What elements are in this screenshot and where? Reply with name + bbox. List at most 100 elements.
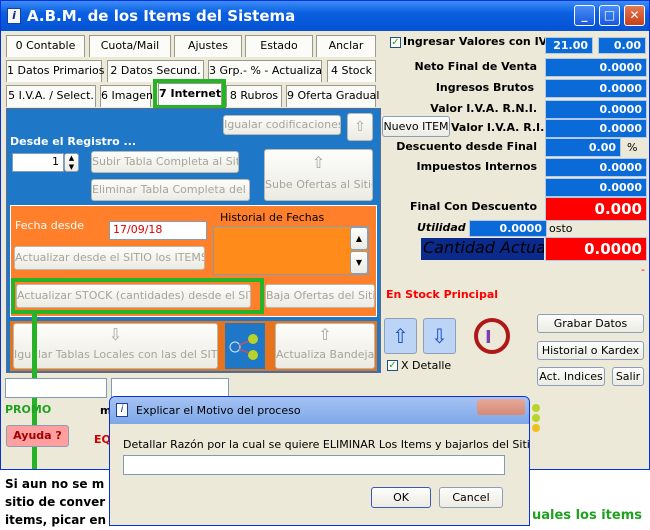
sube-ofertas-label: Sube Ofertas al Sitio [265, 178, 373, 191]
historial-fechas-list[interactable]: ▲ ▼ [213, 226, 369, 275]
ingresar-iva-label: Ingresar Valores con IVA [403, 35, 555, 48]
descuento-field[interactable]: 0.00 [545, 138, 621, 157]
utilidad-label: Utilidad [417, 221, 466, 234]
stock-principal-label: En Stock Principal [386, 288, 499, 301]
dialog-message: Detallar Razón por la cual se quiere ELI… [123, 438, 530, 451]
fecha-desde-input[interactable]: 17/09/18 [109, 221, 207, 240]
act-indices-button[interactable]: Act. Indices [537, 367, 605, 386]
sube-ofertas-button[interactable]: ⇧ Sube Ofertas al Sitio [264, 149, 373, 201]
ingresos-brutos-field[interactable]: 0.0000 [545, 79, 647, 98]
registro-spinner[interactable]: ▲ ▼ [64, 153, 79, 172]
desde-registro-label: Desde el Registro ... [10, 135, 137, 148]
tab-contable[interactable]: 0 Contable [6, 35, 85, 57]
iva-rni-label: Valor I.V.A. R.N.I. [430, 102, 537, 115]
ingresar-iva-checkbox[interactable]: ✓ [390, 37, 401, 48]
fecha-desde-label: Fecha desde [15, 219, 84, 232]
iva-rni-field[interactable]: 0.0000 [545, 100, 647, 119]
igualar-codificaciones-button[interactable]: Igualar codificaciones [223, 115, 341, 135]
tab-imagen[interactable]: 6 Imagen [100, 85, 153, 107]
bottom-field-2[interactable] [111, 378, 229, 398]
subir-tabla-button[interactable]: Subir Tabla Completa al Sitio [91, 151, 239, 173]
tab-ajustes[interactable]: Ajustes [174, 35, 242, 57]
tab-estado[interactable]: Estado [245, 35, 313, 57]
ayuda-button[interactable]: Ayuda ? [6, 425, 69, 447]
neto-final-field[interactable]: 0.0000 [545, 58, 647, 77]
cantidad-actual-label: Cantidad Actual [421, 238, 544, 260]
status-dots-icon [531, 403, 541, 433]
dialog-close-button[interactable] [477, 399, 525, 415]
up-arrow-icon: ⇧ [311, 153, 326, 172]
utilidad-costo-label: osto [549, 222, 573, 235]
dialog-app-icon: i [116, 403, 128, 417]
iva-ri-field[interactable]: 0.0000 [545, 119, 647, 138]
nuevo-item-button[interactable]: Nuevo ITEM [382, 116, 450, 137]
final-descuento-field[interactable]: 0.000 [545, 197, 647, 221]
down-nav-button[interactable]: ⇩ [423, 318, 456, 354]
actualiza-bandeja-button[interactable]: ⇧ Actualiza Bandeja [275, 323, 375, 369]
title-bar[interactable]: i A.B.M. de los Items del Sistema _ □ ✕ [1, 1, 649, 31]
scroll-up-button[interactable]: ▲ [350, 227, 368, 250]
window-title: A.B.M. de los Items del Sistema [27, 7, 296, 25]
dialog-title-bar[interactable]: i Explicar el Motivo del proceso [110, 397, 529, 424]
upload-arrow-button[interactable]: ⇧ [347, 113, 373, 141]
ingresos-brutos-label: Ingresos Brutos [435, 81, 534, 94]
extra-value-field[interactable]: 0.0000 [545, 178, 647, 197]
dialog-title: Explicar el Motivo del proceso [136, 404, 301, 417]
up-nav-button[interactable]: ⇧ [384, 318, 417, 354]
iva-rate-field[interactable]: 21.00 [545, 37, 593, 54]
down-arrow-icon: ⇩ [108, 325, 123, 344]
historial-fechas-label: Historial de Fechas [220, 211, 325, 224]
descuento-label: Descuento desde Final [396, 140, 537, 153]
actualizar-items-button[interactable]: Actualizar desde el SITIO los ITEMS [14, 246, 205, 270]
tab-oferta-gradual[interactable]: 9 Oferta Gradual [286, 85, 379, 107]
promo-label: PROMO [5, 403, 52, 416]
tab-anclar[interactable]: Anclar [316, 35, 376, 57]
igualar-tablas-label: Igualar Tablas Locales con las del SITIO [14, 348, 218, 361]
maximize-button[interactable]: □ [599, 5, 620, 26]
salir-button[interactable]: Salir [612, 367, 644, 386]
igualar-tablas-button[interactable]: ⇩ Igualar Tablas Locales con las del SIT… [13, 323, 218, 369]
internet-panel: Igualar codificaciones ⇧ Desde el Regist… [6, 108, 381, 373]
cantidad-actual-field[interactable]: 0.0000 [545, 237, 647, 261]
close-button[interactable]: ✕ [624, 5, 645, 26]
ok-button[interactable]: OK [371, 487, 431, 508]
bottom-field-1[interactable] [5, 378, 107, 398]
impuestos-internos-label: Impuestos Internos [416, 160, 537, 173]
actualiza-bandeja-label: Actualiza Bandeja [276, 348, 375, 361]
neto-final-label: Neto Final de Venta [414, 60, 538, 73]
down-arrow-icon: ⇩ [431, 324, 448, 348]
up-arrow-icon: ⇧ [354, 119, 366, 135]
svg-text:I: I [485, 327, 492, 348]
dash-mark: - [641, 263, 645, 276]
grabar-datos-button[interactable]: Grabar Datos [537, 314, 644, 333]
bottom-strip: ⇩ Igualar Tablas Locales con las del SIT… [10, 321, 377, 371]
note-line-2: sitio de conver [5, 495, 106, 509]
up-arrow-icon: ⇧ [392, 324, 409, 348]
tab-cuota-mail[interactable]: Cuota/Mail [89, 35, 171, 57]
motivo-dialog: i Explicar el Motivo del proceso Detalla… [109, 396, 530, 526]
cancel-button[interactable]: Cancel [439, 487, 503, 508]
iva-value-field[interactable]: 0.00 [598, 37, 646, 54]
impuestos-internos-field[interactable]: 0.0000 [545, 158, 647, 177]
tab-iva-select[interactable]: 5 I.V.A. / Select. [6, 85, 96, 107]
motivo-input[interactable] [123, 455, 505, 475]
logo-icon: I [466, 316, 518, 356]
x-detalle-label: X Detalle [401, 359, 452, 372]
highlight-internet-tab [153, 79, 226, 109]
scroll-down-button[interactable]: ▼ [350, 251, 368, 274]
historial-kardex-button[interactable]: Historial o Kardex [537, 341, 644, 360]
tab-datos-primarios[interactable]: 1 Datos Primarios [6, 60, 105, 82]
note-line-3: items, picar en [5, 513, 107, 527]
x-detalle-checkbox[interactable]: ✓ [387, 360, 398, 371]
utilidad-field[interactable]: 0.0000 [469, 220, 547, 237]
iva-ri-label: Valor I.V.A. R.I. [451, 121, 545, 134]
note-line-1: Si aun no se m [5, 477, 105, 491]
final-descuento-label: Final Con Descuento [409, 200, 537, 213]
tab-stock[interactable]: 4 Stock [327, 60, 376, 82]
note-right: uales los items [532, 508, 642, 523]
eliminar-tabla-button[interactable]: Eliminar Tabla Completa del Sitio [91, 179, 250, 201]
minimize-button[interactable]: _ [574, 5, 595, 26]
tab-rubros[interactable]: 8 Rubros [226, 85, 282, 107]
registro-input[interactable]: 1 [12, 153, 64, 172]
baja-ofertas-button[interactable]: Baja Ofertas del Sitio [265, 284, 375, 308]
